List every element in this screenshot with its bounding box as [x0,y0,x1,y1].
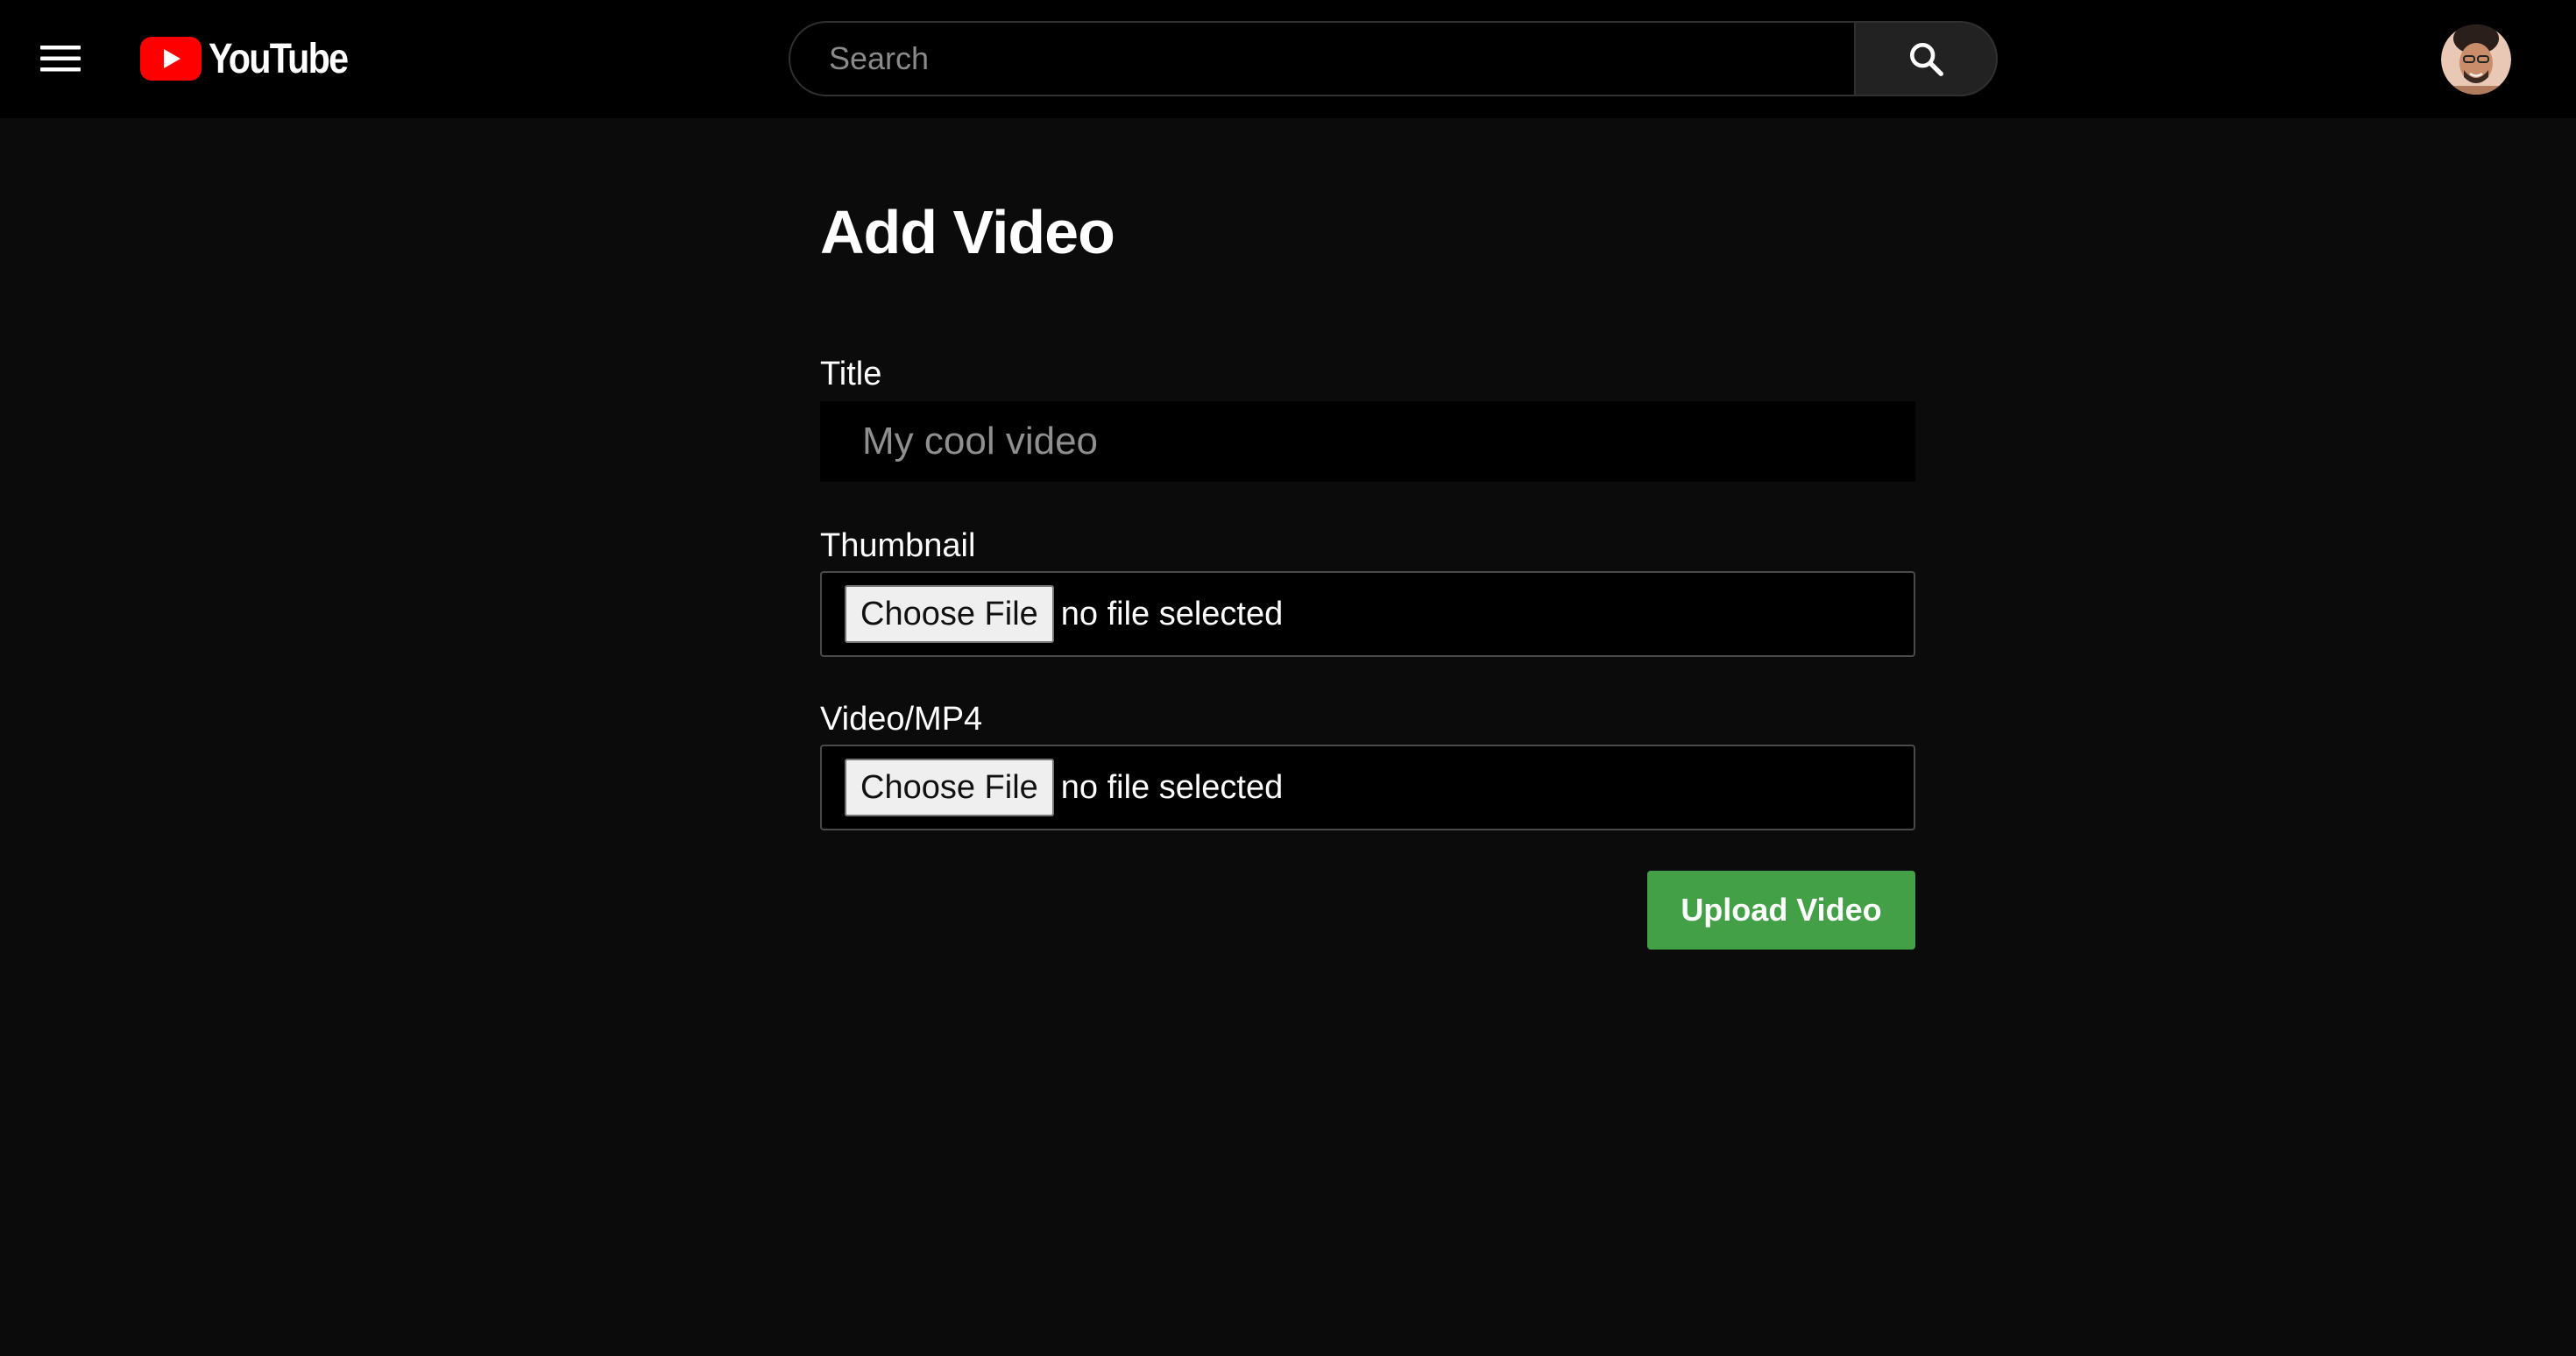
top-bar: YouTube [0,0,2576,118]
search-icon [1909,42,1943,76]
video-file-status: no file selected [1060,768,1284,806]
avatar[interactable] [2441,25,2511,95]
thumbnail-file-input[interactable]: Choose File no file selected [820,571,1915,657]
youtube-play-icon [140,37,202,81]
thumbnail-label: Thumbnail [820,527,976,564]
thumbnail-choose-file-button[interactable]: Choose File [845,585,1054,643]
title-input[interactable] [820,401,1915,482]
search-input[interactable] [789,21,1854,96]
thumbnail-file-status: no file selected [1060,595,1284,632]
upload-video-button[interactable]: Upload Video [1647,871,1915,950]
add-video-form: Add Video Title Thumbnail Choose File no… [820,175,1915,950]
video-choose-file-button[interactable]: Choose File [845,759,1054,816]
menu-icon[interactable] [39,37,91,81]
video-file-input[interactable]: Choose File no file selected [820,745,1915,830]
page-title: Add Video [820,198,1115,266]
title-label: Title [820,356,882,392]
search-button[interactable] [1854,21,1998,96]
youtube-logo[interactable]: YouTube [140,32,370,86]
avatar-image [2441,25,2511,95]
video-label: Video/MP4 [820,701,983,738]
search-bar [789,21,1998,96]
logo-wordmark: YouTube [209,35,349,82]
